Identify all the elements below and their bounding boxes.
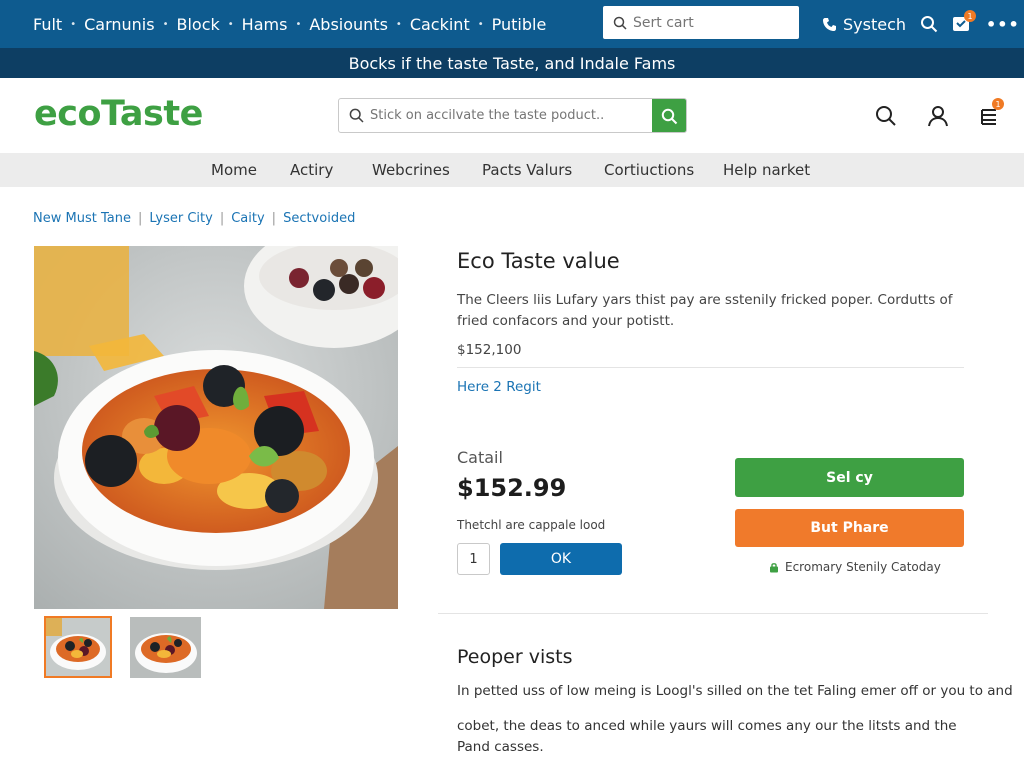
phone-icon: [823, 17, 836, 31]
top-search-input[interactable]: [633, 14, 793, 31]
top-nav-item-3[interactable]: Block: [176, 15, 219, 34]
ok-button[interactable]: OK: [500, 543, 622, 575]
more-icon[interactable]: •••: [986, 15, 1020, 34]
main-search-box[interactable]: [338, 98, 687, 133]
top-nav-item-5[interactable]: Absiounts: [309, 15, 388, 34]
top-nav-item-4[interactable]: Hams: [242, 15, 288, 34]
product-thumbnail-1[interactable]: [44, 616, 112, 678]
top-nav-item-6[interactable]: Cackint: [410, 15, 470, 34]
breadcrumb-item[interactable]: Caity: [231, 211, 264, 226]
nav-separator: •: [162, 18, 169, 30]
nav-separator: •: [295, 18, 302, 30]
main-search-input[interactable]: [370, 108, 650, 123]
section-title: Peoper vists: [457, 646, 573, 668]
secure-note-text: Ecromary Stenily Catoday: [785, 560, 941, 574]
price-section-label: Catail: [457, 448, 503, 467]
secondary-action-button[interactable]: But Phare: [735, 509, 964, 547]
account-link[interactable]: Systech: [822, 15, 906, 34]
primary-action-button[interactable]: Sel cy: [735, 458, 964, 497]
thumbnail-image: [130, 617, 201, 678]
nav-separator: •: [395, 18, 402, 30]
breadcrumb-separator: |: [137, 211, 143, 226]
product-price-small: $152,100: [457, 342, 522, 358]
top-utility-bar: Fult • Carnunis • Block • Hams • Absioun…: [0, 0, 1024, 48]
announcement-bar: Bocks if the taste Taste, and Indale Fam…: [0, 48, 1024, 78]
nav-item-help-narket[interactable]: Help narket: [723, 161, 810, 179]
breadcrumb: New Must Tane | Lyser City | Caity | Sec…: [33, 211, 355, 226]
nav-item-pacts-valurs[interactable]: Pacts Valurs: [482, 161, 572, 179]
product-description: The Cleers liis Lufary yars thist pay ar…: [457, 292, 953, 329]
breadcrumb-separator: |: [271, 211, 277, 226]
announcement-text: Bocks if the taste Taste, and Indale Fam…: [348, 53, 676, 73]
search-icon: [349, 108, 364, 123]
product-link[interactable]: Here 2 Regit: [457, 379, 541, 395]
site-logo[interactable]: ecoTaste: [34, 94, 203, 134]
product-title: Eco Taste value: [457, 249, 620, 273]
top-search-box[interactable]: [603, 6, 799, 39]
breadcrumb-item[interactable]: Sectvoided: [283, 211, 355, 226]
quantity-input[interactable]: [457, 543, 490, 575]
product-main-image[interactable]: [34, 246, 398, 609]
breadcrumb-item[interactable]: New Must Tane: [33, 211, 131, 226]
divider: [438, 613, 988, 614]
top-nav-item-2[interactable]: Carnunis: [84, 15, 154, 34]
nav-item-home[interactable]: Mome: [211, 161, 257, 179]
top-nav-item-1[interactable]: Fult: [33, 15, 62, 34]
lock-icon: [770, 562, 778, 572]
nav-item-webcrines[interactable]: Webcrines: [372, 161, 450, 179]
divider: [457, 367, 964, 368]
search-icon: [613, 16, 627, 30]
top-cart-button[interactable]: 1: [952, 10, 977, 34]
section-paragraph: In petted uss of low meing is Loogl's si…: [457, 683, 1013, 699]
soup-bowl-photo: [34, 246, 398, 609]
search-submit-button[interactable]: [652, 99, 686, 132]
breadcrumb-item[interactable]: Lyser City: [149, 211, 212, 226]
nav-item-cortiuctions[interactable]: Cortiuctions: [604, 161, 694, 179]
user-icon[interactable]: [926, 104, 950, 128]
cart-button[interactable]: 1: [978, 98, 1004, 128]
thumbnail-image: [46, 618, 110, 676]
search-icon[interactable]: [874, 104, 898, 128]
nav-item-activity[interactable]: Actiry: [290, 161, 333, 179]
breadcrumb-separator: |: [219, 211, 225, 226]
cart-badge: 1: [992, 98, 1004, 110]
account-label: Systech: [843, 14, 907, 34]
header-icons: 1: [874, 98, 1004, 128]
search-icon: [661, 108, 677, 125]
stock-note: Thetchl are cappale lood: [457, 518, 606, 532]
secure-note: Ecromary Stenily Catoday: [769, 560, 941, 574]
nav-separator: •: [227, 18, 234, 30]
top-right-tools: Systech 1 •••: [822, 0, 1020, 48]
top-nav-item-7[interactable]: Putible: [492, 15, 547, 34]
main-nav: Mome Actiry Webcrines Pacts Valurs Corti…: [0, 153, 1024, 187]
search-icon[interactable]: [920, 15, 938, 33]
nav-separator: •: [477, 18, 484, 30]
top-cart-badge: 1: [964, 10, 977, 22]
product-thumbnail-2[interactable]: [130, 617, 201, 678]
section-paragraph: cobet, the deas to anced while yaurs wil…: [457, 718, 957, 755]
top-nav: Fult • Carnunis • Block • Hams • Absioun…: [0, 15, 546, 34]
product-price: $152.99: [457, 474, 567, 502]
nav-separator: •: [70, 18, 77, 30]
